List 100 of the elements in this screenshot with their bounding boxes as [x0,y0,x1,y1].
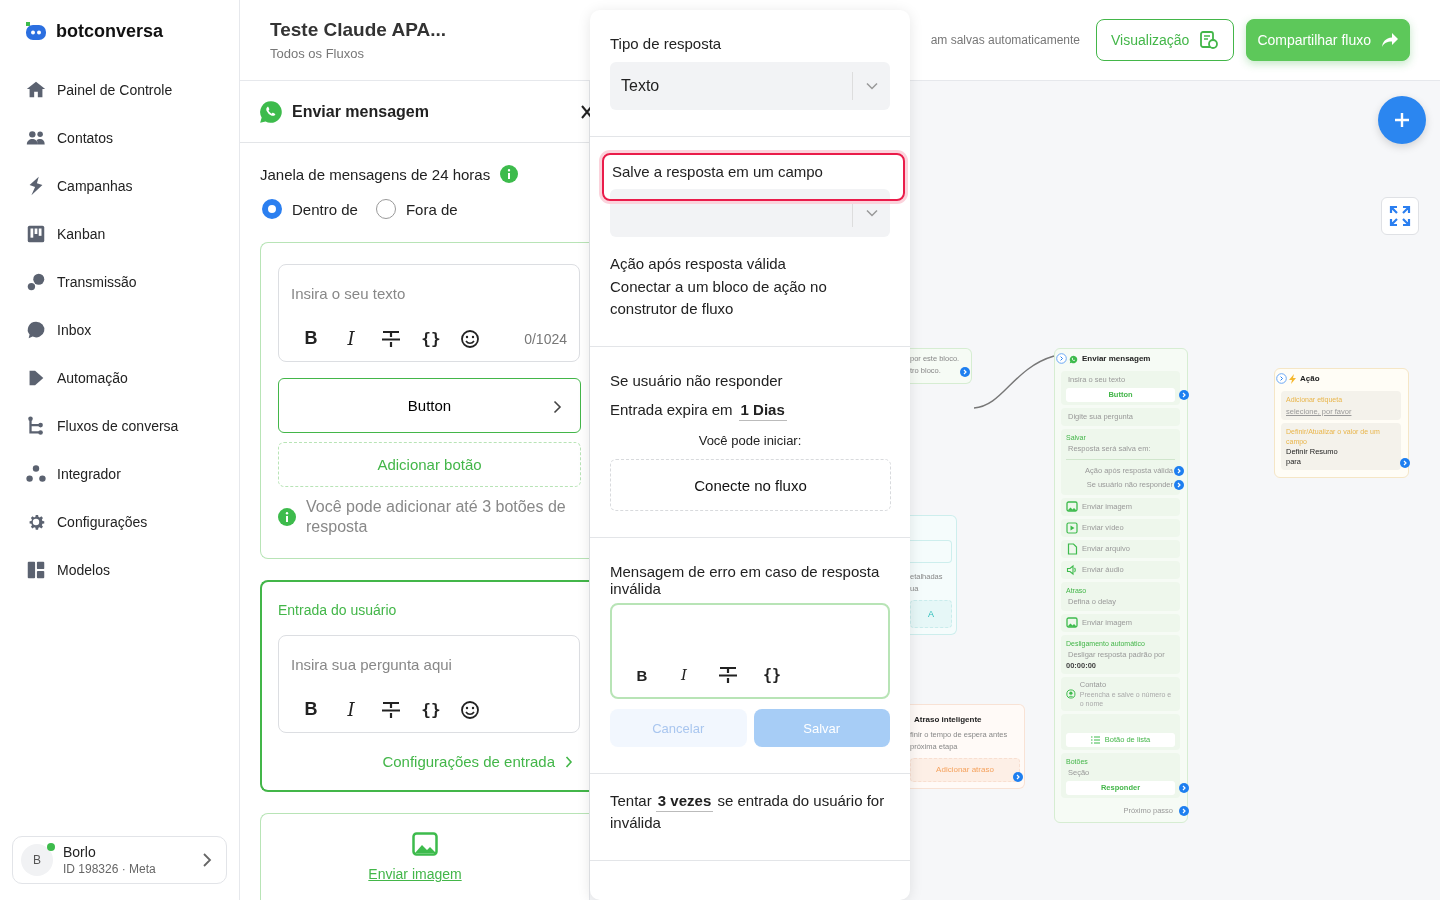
node-title: Ação [1300,374,1320,384]
breadcrumb-link[interactable]: Todos os Fluxos [270,45,364,61]
nav-item[interactable]: Configurações [12,498,227,546]
nav-item[interactable]: Fluxos de conversa [12,402,227,450]
code-button[interactable]: {} [420,700,442,719]
panel-title: Enviar mensagem [292,102,429,121]
nodes-icon [25,463,47,485]
chevron-right-icon [553,400,562,414]
start-label: Você pode iniciar: [697,433,803,448]
autosave-note: am salvas automaticamente [930,33,1081,47]
expire-label: Entrada expira em [610,401,733,420]
nav-item[interactable]: Campanhas [12,162,227,210]
field-label: Salve a resposta em um campo [612,163,823,180]
italic-button[interactable]: I [675,666,693,684]
emoji-icon[interactable] [460,328,480,349]
input-dot [1276,373,1287,384]
file-icon [1066,543,1078,555]
image-icon [1066,501,1078,513]
flow-node[interactable] [1054,348,1188,823]
retry-field[interactable]: 3 vezes [655,792,714,812]
code-button[interactable]: {} [763,666,781,684]
flow-title: Teste Claude APA... [270,18,446,41]
question-editor[interactable]: Insira sua pergunta aqui B I {} [278,635,580,733]
italic-button[interactable]: I [340,699,362,720]
radio-label: Fora de [405,200,458,218]
node-title: Atraso inteligente [913,714,983,726]
nav-item[interactable]: Inbox [12,306,227,354]
expand-icon [1389,205,1411,227]
info-icon [500,165,519,183]
nav-item[interactable]: Kanban [12,210,227,258]
avatar: B [21,844,53,876]
radio-button[interactable] [262,199,282,219]
bold-button[interactable]: B [633,666,651,684]
info-icon [278,508,296,526]
input-dot [1056,353,1067,364]
chat-bubble-icon [25,319,47,341]
nav-item[interactable]: Integrador [12,450,227,498]
reply-button[interactable]: Button [278,378,581,433]
nav-item[interactable]: Painel de Controle [12,66,227,114]
chevron-right-icon [565,755,573,768]
whatsapp-icon [1069,354,1078,364]
nav-item[interactable]: Automação [12,354,227,402]
list-icon [1090,736,1100,744]
strikethrough-icon[interactable] [380,699,402,720]
board-icon [25,223,47,245]
error-message-editor[interactable]: B I {} [610,603,890,699]
message-editor[interactable]: Insira o seu texto B I {} 0/1024 [278,264,580,362]
account-detail: ID 198326 · Meta [63,862,157,876]
card-title: Entrada do usuário [278,602,398,618]
fullscreen-button[interactable] [1381,197,1419,235]
node-button: A [910,600,952,628]
whatsapp-icon [258,98,284,125]
speaker-icon [1066,564,1078,576]
chevron-down-icon [865,209,878,217]
lightning-icon [1289,374,1296,384]
nav-item[interactable]: Transmissão [12,258,227,306]
nav-item[interactable]: Modelos [12,546,227,594]
circles-icon [25,271,47,293]
bold-button[interactable]: B [300,328,322,349]
contact-icon [1066,688,1076,700]
video-icon [1066,522,1078,534]
character-counter: 0/1024 [524,330,567,347]
placeholder-text: Insira o seu texto [291,285,407,302]
window-label: Janela de mensagens de 24 horas [260,165,491,183]
placeholder-text: Insira sua pergunta aqui [291,656,453,673]
retry-text: Tentar 3 vezes se entrada do usuário for inválida [610,791,886,833]
code-button[interactable]: {} [420,329,442,348]
add-block-button[interactable] [1378,96,1426,144]
radio-label: Dentro de [292,200,358,218]
share-icon [1381,32,1399,48]
node-button: Adicionar atraso [910,758,1020,782]
response-type-select[interactable]: Texto [610,62,890,110]
close-icon[interactable] [581,105,593,119]
account-name: Borlo [63,844,97,860]
section-text: Conectar a um bloco de ação no construtor de fluxo [610,277,828,319]
section-title: Se usuário não responder [610,372,784,389]
section-title: Ação após resposta válida [610,255,787,272]
connect-button[interactable]: Conecte no fluxo [610,459,891,511]
preview-icon [1199,30,1220,50]
strikethrough-icon[interactable] [380,328,402,349]
hint-text: Você pode adicionar até 3 botões de resposta [306,497,567,537]
radio-option[interactable]: Fora de [375,199,458,219]
chevron-down-icon [865,82,878,90]
radio-option[interactable]: Dentro de [262,199,358,219]
grid-icon [25,559,47,581]
italic-button[interactable]: I [340,328,362,349]
field-label: Tipo de resposta [610,35,723,52]
chevron-right-icon [202,853,212,867]
account-card[interactable]: B Borlo ID 198326 · Meta [12,836,227,884]
strikethrough-icon[interactable] [717,665,739,685]
image-icon [1066,617,1078,629]
brand-name: botconversa [56,20,164,42]
section-title: Mensagem de erro em caso de resposta inválida [610,563,881,597]
node-title: Enviar mensagem [1082,354,1151,364]
image-icon [412,832,438,856]
plus-icon [1393,111,1411,129]
emoji-icon[interactable] [460,699,480,720]
nav-item[interactable]: Contatos [12,114,227,162]
expire-field[interactable]: 1 Dias [738,401,787,421]
bold-button[interactable]: B [300,699,322,720]
